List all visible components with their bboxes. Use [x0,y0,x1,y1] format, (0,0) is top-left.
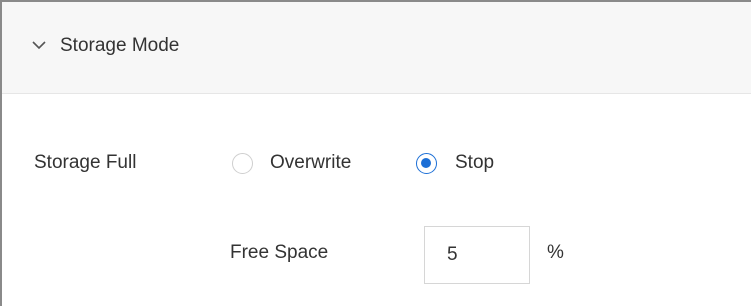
free-space-label: Free Space [230,242,329,263]
panel-header[interactable]: Storage Mode [2,2,751,94]
overwrite-radio[interactable] [232,153,253,174]
storage-full-label: Storage Full [34,152,137,173]
panel-title: Storage Mode [60,35,180,56]
overwrite-radio-label[interactable]: Overwrite [270,152,351,174]
stop-radio-label[interactable]: Stop [455,152,494,174]
percent-unit: % [547,242,564,263]
storage-mode-panel: Storage Mode Storage Full Overwrite Stop… [0,0,751,306]
radio-selected-dot [421,158,431,168]
free-space-input[interactable] [424,226,530,284]
stop-radio[interactable] [416,153,437,174]
chevron-down-icon[interactable] [32,40,46,50]
